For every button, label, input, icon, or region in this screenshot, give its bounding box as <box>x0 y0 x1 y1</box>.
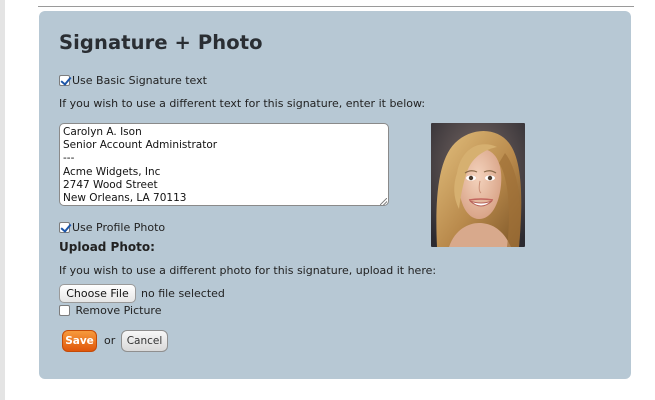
upload-photo-heading: Upload Photo: <box>59 240 155 254</box>
use-profile-photo-row[interactable]: Use Profile Photo <box>59 221 165 234</box>
use-basic-signature-label[interactable]: Use Basic Signature text <box>72 74 207 87</box>
left-edge-rule <box>0 0 5 400</box>
use-profile-photo-checkbox[interactable] <box>59 222 70 233</box>
use-profile-photo-label[interactable]: Use Profile Photo <box>72 221 165 234</box>
signature-photo-panel: Signature + Photo Use Basic Signature te… <box>39 11 631 379</box>
remove-picture-checkbox[interactable] <box>59 305 70 316</box>
profile-photo <box>431 123 525 247</box>
upload-instructions: If you wish to use a different photo for… <box>59 264 437 277</box>
file-status-text: no file selected <box>141 287 225 300</box>
choose-file-button[interactable]: Choose File <box>59 284 136 303</box>
save-button[interactable]: Save <box>62 330 97 352</box>
or-separator: or <box>104 334 116 347</box>
signature-textarea[interactable]: Carolyn A. Ison Senior Account Administr… <box>59 123 389 206</box>
section-title: Signature + Photo <box>59 31 263 54</box>
top-divider <box>38 6 634 7</box>
remove-picture-row[interactable]: Remove Picture <box>59 304 161 317</box>
resize-grip-icon[interactable] <box>380 198 387 205</box>
remove-picture-label[interactable]: Remove Picture <box>76 304 162 317</box>
cancel-button[interactable]: Cancel <box>121 330 168 352</box>
profile-photo-image <box>431 123 525 247</box>
use-basic-signature-row[interactable]: Use Basic Signature text <box>59 74 207 87</box>
signature-instructions: If you wish to use a different text for … <box>59 97 426 110</box>
use-basic-signature-checkbox[interactable] <box>59 75 70 86</box>
